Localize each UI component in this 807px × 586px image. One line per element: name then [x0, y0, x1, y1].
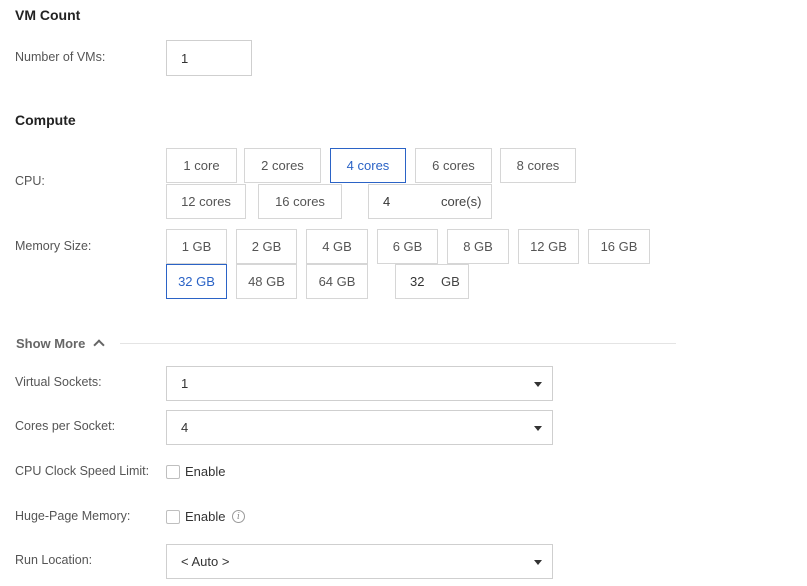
huge-page-memory-label: Huge-Page Memory: — [15, 509, 131, 523]
huge-page-enable-checkbox[interactable] — [166, 510, 180, 524]
number-of-vms-value: 1 — [181, 50, 189, 66]
number-of-vms-label: Number of VMs: — [15, 50, 106, 64]
huge-page-enable-label[interactable]: Enable — [185, 509, 225, 524]
virtual-sockets-value: 1 — [181, 376, 189, 391]
cpu-label: CPU: — [15, 174, 45, 188]
show-more-label: Show More — [16, 336, 86, 351]
cpu-option-6-cores[interactable]: 6 cores — [415, 148, 492, 183]
memory-option-32gb[interactable]: 32 GB — [166, 264, 227, 299]
cpu-clock-enable-checkbox[interactable] — [166, 465, 180, 479]
memory-option-48gb[interactable]: 48 GB — [236, 264, 297, 299]
memory-custom-value: 32 — [410, 274, 425, 289]
memory-custom-input[interactable]: 32 GB — [395, 264, 469, 299]
cores-per-socket-value: 4 — [181, 420, 189, 435]
memory-option-16gb[interactable]: 16 GB — [588, 229, 650, 264]
compute-title: Compute — [15, 112, 76, 128]
virtual-sockets-select[interactable]: 1 — [166, 366, 553, 401]
cpu-clock-enable-label[interactable]: Enable — [185, 464, 225, 479]
cores-per-socket-select[interactable]: 4 — [166, 410, 553, 445]
memory-option-1gb[interactable]: 1 GB — [166, 229, 227, 264]
memory-option-8gb[interactable]: 8 GB — [447, 229, 509, 264]
caret-down-icon — [534, 382, 542, 387]
vm-count-title: VM Count — [15, 7, 81, 23]
cpu-clock-speed-limit-label: CPU Clock Speed Limit: — [15, 464, 150, 478]
cpu-custom-unit: core(s) — [441, 194, 482, 209]
run-location-select[interactable]: < Auto > — [166, 544, 553, 579]
number-of-vms-input[interactable]: 1 — [166, 40, 252, 76]
show-more-divider — [120, 343, 676, 344]
chevron-up-icon[interactable] — [93, 339, 105, 351]
cores-per-socket-label: Cores per Socket: — [15, 419, 116, 433]
memory-option-64gb[interactable]: 64 GB — [306, 264, 368, 299]
cpu-option-8-cores[interactable]: 8 cores — [500, 148, 576, 183]
cpu-custom-input[interactable]: 4 core(s) — [368, 184, 492, 219]
caret-down-icon — [534, 426, 542, 431]
memory-size-label: Memory Size: — [15, 239, 92, 253]
cpu-option-2-cores[interactable]: 2 cores — [244, 148, 321, 183]
memory-custom-unit: GB — [441, 274, 460, 289]
memory-option-12gb[interactable]: 12 GB — [518, 229, 579, 264]
cpu-option-12-cores[interactable]: 12 cores — [166, 184, 246, 219]
virtual-sockets-label: Virtual Sockets: — [15, 375, 102, 389]
cpu-option-1-core[interactable]: 1 core — [166, 148, 237, 183]
memory-option-4gb[interactable]: 4 GB — [306, 229, 368, 264]
cpu-option-16-cores[interactable]: 16 cores — [258, 184, 342, 219]
info-icon[interactable]: i — [232, 510, 245, 523]
memory-option-2gb[interactable]: 2 GB — [236, 229, 297, 264]
show-more-toggle[interactable]: Show More — [16, 336, 85, 351]
run-location-label: Run Location: — [15, 553, 93, 567]
cpu-custom-value: 4 — [383, 194, 391, 209]
run-location-value: < Auto > — [181, 554, 230, 569]
caret-down-icon — [534, 560, 542, 565]
cpu-option-4-cores[interactable]: 4 cores — [330, 148, 406, 183]
memory-option-6gb[interactable]: 6 GB — [377, 229, 438, 264]
